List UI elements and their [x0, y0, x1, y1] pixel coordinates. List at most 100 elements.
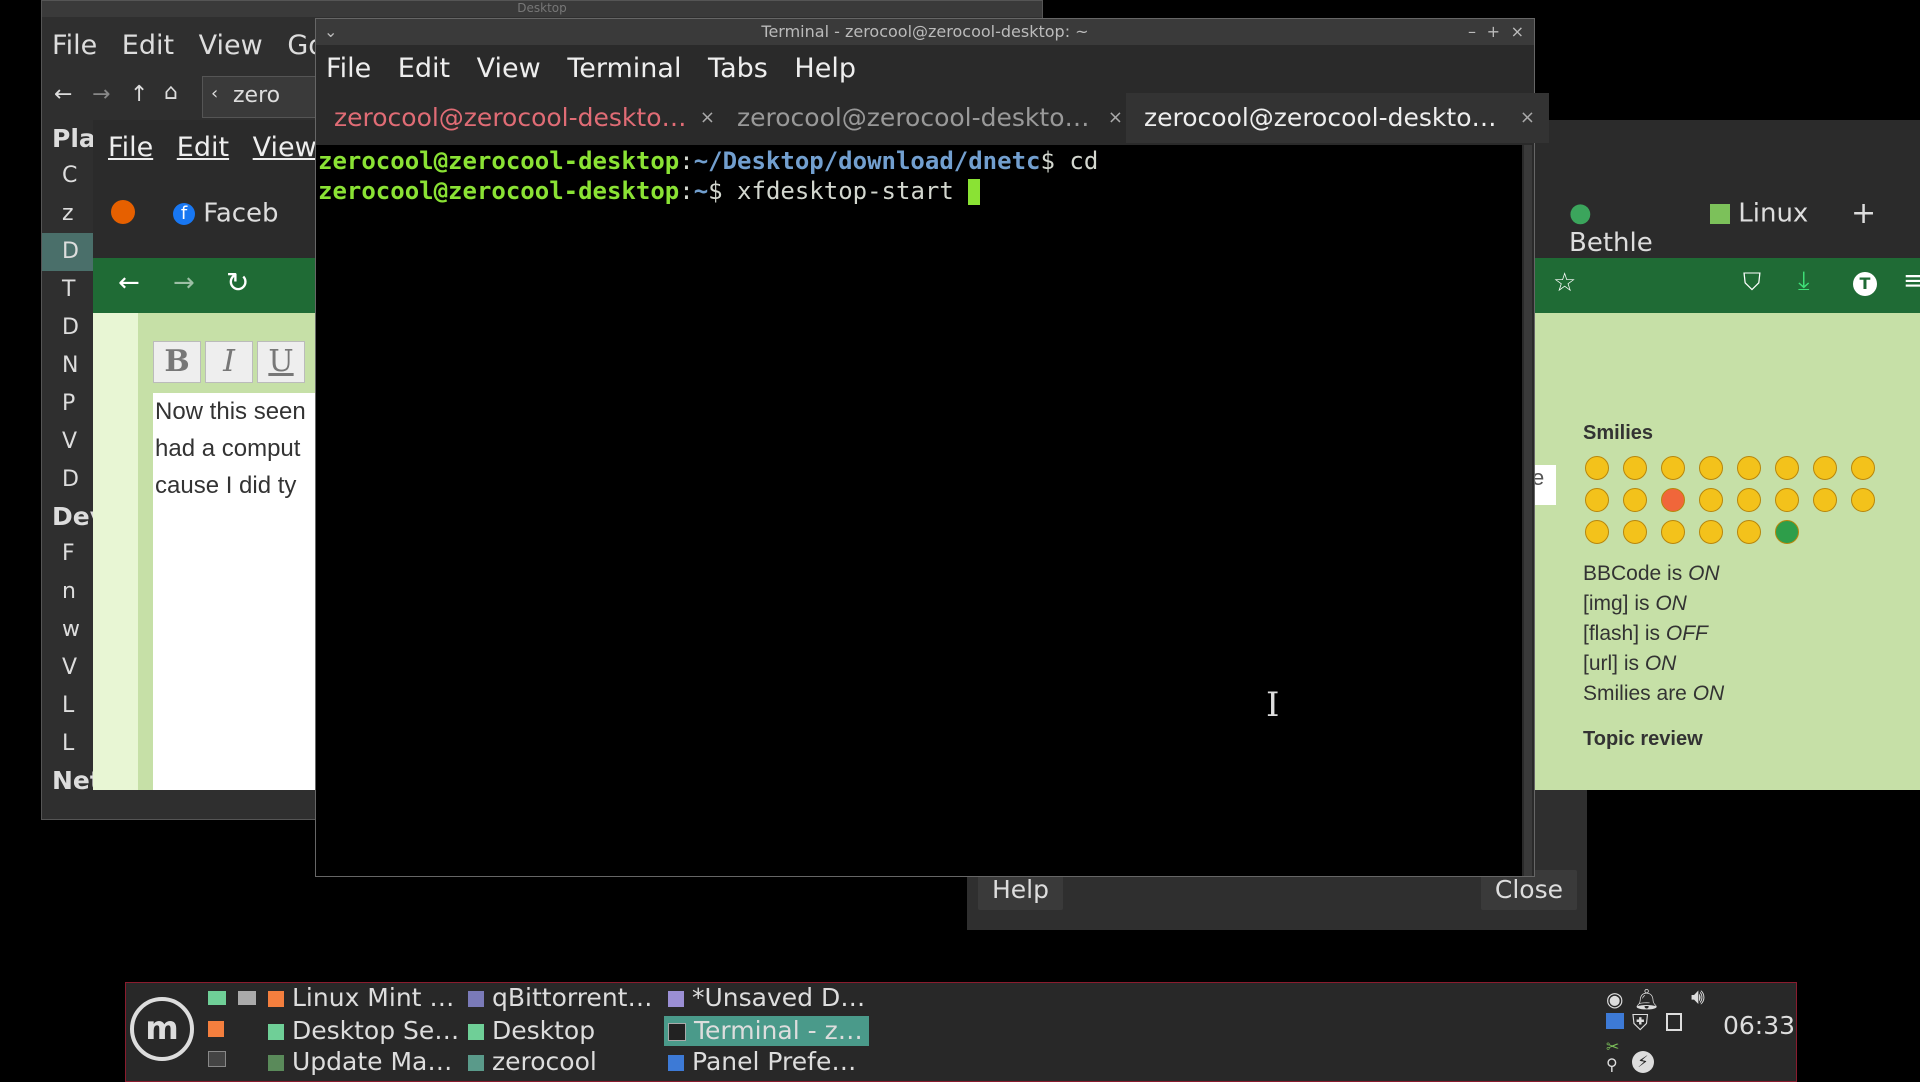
- smiley-icon[interactable]: [1699, 520, 1723, 544]
- terminal-screen[interactable]: zerocool@zerocool-desktop:~/Desktop/down…: [316, 145, 1522, 876]
- smiley-icon[interactable]: [1585, 488, 1609, 512]
- menu-help[interactable]: Help: [794, 45, 856, 93]
- terminal-scrollbar[interactable]: [1524, 145, 1532, 876]
- ff-menu-file[interactable]: File: [108, 120, 153, 176]
- smiley-icon[interactable]: [1699, 488, 1723, 512]
- taskbar-item[interactable]: zerocool: [468, 1047, 597, 1077]
- terminal-launcher-icon[interactable]: [208, 1051, 226, 1067]
- ff-menu-view[interactable]: View: [253, 120, 317, 176]
- fm-menu-view[interactable]: View: [199, 30, 263, 61]
- up-arrow-icon[interactable]: ↑: [130, 82, 148, 107]
- smiley-icon[interactable]: [1813, 456, 1837, 480]
- home-icon[interactable]: ⌂: [164, 80, 178, 105]
- fm-menu-edit[interactable]: Edit: [122, 30, 174, 61]
- tab-close-icon[interactable]: ×: [1108, 93, 1123, 143]
- terminal-tab-1[interactable]: zerocool@zerocool-deskto… ×: [316, 93, 729, 143]
- taskbar-item[interactable]: Panel Prefe…: [668, 1047, 856, 1077]
- smiley-icon[interactable]: [1851, 488, 1875, 512]
- clock[interactable]: 06:33: [1723, 1011, 1795, 1040]
- smiley-icon[interactable]: [1851, 456, 1875, 480]
- taskbar-item[interactable]: Desktop Se…: [268, 1016, 459, 1046]
- shield-tray-icon[interactable]: ⛨: [1632, 1011, 1649, 1036]
- fm-menu-file[interactable]: File: [52, 30, 97, 61]
- bell-icon[interactable]: 🔔︎: [1634, 987, 1659, 1011]
- usb-icon[interactable]: ⚲: [1606, 1055, 1618, 1074]
- taskbar-item[interactable]: *Unsaved D…: [668, 983, 865, 1013]
- smiley-icon[interactable]: [1813, 488, 1837, 512]
- hamburger-menu-icon[interactable]: ≡: [1903, 266, 1920, 296]
- taskbar-item[interactable]: Linux Mint …: [268, 983, 454, 1013]
- tab-linux[interactable]: Linux: [1710, 198, 1820, 238]
- taskbar-item[interactable]: Desktop: [468, 1016, 595, 1046]
- terminal-window[interactable]: Terminal - zerocool@zerocool-desktop: ~ …: [315, 18, 1549, 877]
- files-launcher-icon[interactable]: [238, 991, 256, 1005]
- smiley-icon[interactable]: [1775, 456, 1799, 480]
- smiley-icon[interactable]: [1623, 488, 1647, 512]
- settings-icon: [268, 1024, 284, 1040]
- menu-view[interactable]: View: [477, 45, 541, 93]
- tab-bethlehem[interactable]: ● Bethle: [1569, 198, 1679, 258]
- scissors-icon[interactable]: ✂: [1606, 1037, 1619, 1056]
- menu-edit[interactable]: Edit: [398, 45, 450, 93]
- menu-terminal[interactable]: Terminal: [567, 45, 681, 93]
- taskbar-item[interactable]: qBittorrent…: [468, 983, 652, 1013]
- back-arrow-icon[interactable]: ←: [118, 268, 140, 298]
- smiley-icon[interactable]: [1775, 488, 1799, 512]
- smiley-icon[interactable]: [1623, 456, 1647, 480]
- smiley-icon[interactable]: [1737, 488, 1761, 512]
- smiley-icon[interactable]: [1661, 520, 1685, 544]
- path-crumb[interactable]: zero: [233, 83, 280, 108]
- terminal-tab-3-active[interactable]: zerocool@zerocool-deskto… ×: [1126, 93, 1549, 143]
- taskbar-item[interactable]: Update Ma…: [268, 1047, 452, 1077]
- new-tab-button[interactable]: +: [1851, 196, 1876, 231]
- terminal-tabbar: zerocool@zerocool-deskto… × zerocool@zer…: [316, 93, 1549, 143]
- smiley-icon[interactable]: [1623, 520, 1647, 544]
- smiley-icon[interactable]: [1737, 456, 1761, 480]
- update-tray-icon[interactable]: [1606, 1013, 1624, 1029]
- show-desktop-icon[interactable]: [208, 991, 226, 1005]
- clipboard-icon[interactable]: [1666, 1013, 1682, 1031]
- path-left-chevron-icon[interactable]: ‹: [211, 83, 218, 104]
- underline-button[interactable]: U: [257, 341, 305, 383]
- forward-arrow-icon[interactable]: →: [173, 268, 195, 298]
- minimize-icon[interactable]: –: [1468, 19, 1476, 45]
- menu-file[interactable]: File: [326, 45, 371, 93]
- back-arrow-icon[interactable]: ←: [54, 82, 72, 107]
- terminal-titlebar[interactable]: Terminal - zerocool@zerocool-desktop: ~ …: [316, 19, 1534, 45]
- smiley-icon[interactable]: [1661, 456, 1685, 480]
- smiley-icon[interactable]: [1661, 488, 1685, 512]
- bold-button[interactable]: B: [153, 341, 201, 383]
- terminal-icon: [668, 1023, 686, 1041]
- bookmark-star-icon[interactable]: ☆: [1553, 268, 1576, 298]
- smiley-icon[interactable]: [1737, 520, 1761, 544]
- tab-label: Linux: [1738, 198, 1809, 229]
- tab-facebook[interactable]: f Faceb: [173, 198, 313, 238]
- page-edge-text: e: [1532, 465, 1556, 505]
- mint-menu-icon[interactable]: m: [130, 997, 194, 1061]
- smiley-icon[interactable]: [1699, 456, 1723, 480]
- taskbar-item-active[interactable]: Terminal - z…: [664, 1016, 869, 1046]
- smiley-icon[interactable]: [1775, 520, 1799, 544]
- forward-arrow-icon[interactable]: →: [92, 82, 110, 107]
- power-icon[interactable]: ⚡: [1632, 1051, 1654, 1073]
- topic-review-heading[interactable]: Topic review: [1583, 728, 1703, 751]
- reload-icon[interactable]: ↻: [226, 266, 249, 299]
- menu-tabs[interactable]: Tabs: [708, 45, 768, 93]
- terminal-tab-2[interactable]: zerocool@zerocool-deskto… ×: [719, 93, 1137, 143]
- window-menu-icon[interactable]: ⌄: [324, 19, 337, 45]
- italic-button[interactable]: I: [205, 341, 253, 383]
- smiley-icon[interactable]: [1585, 456, 1609, 480]
- volume-icon[interactable]: 🔊︎: [1691, 985, 1705, 1010]
- fm-titlebar[interactable]: Desktop: [42, 1, 1042, 17]
- close-icon[interactable]: ×: [1511, 19, 1524, 45]
- maximize-icon[interactable]: +: [1487, 19, 1500, 45]
- tab-close-icon[interactable]: ×: [1520, 93, 1535, 143]
- network-tray-icon[interactable]: ◉: [1606, 987, 1623, 1011]
- ff-menu-edit[interactable]: Edit: [177, 120, 229, 176]
- account-avatar[interactable]: T: [1853, 272, 1877, 296]
- pocket-icon[interactable]: ⛉: [1743, 268, 1761, 296]
- download-icon[interactable]: ⤓: [1798, 266, 1810, 297]
- smiley-icon[interactable]: [1585, 520, 1609, 544]
- tab-close-icon[interactable]: ×: [700, 93, 715, 143]
- firefox-launcher-icon[interactable]: [208, 1021, 224, 1037]
